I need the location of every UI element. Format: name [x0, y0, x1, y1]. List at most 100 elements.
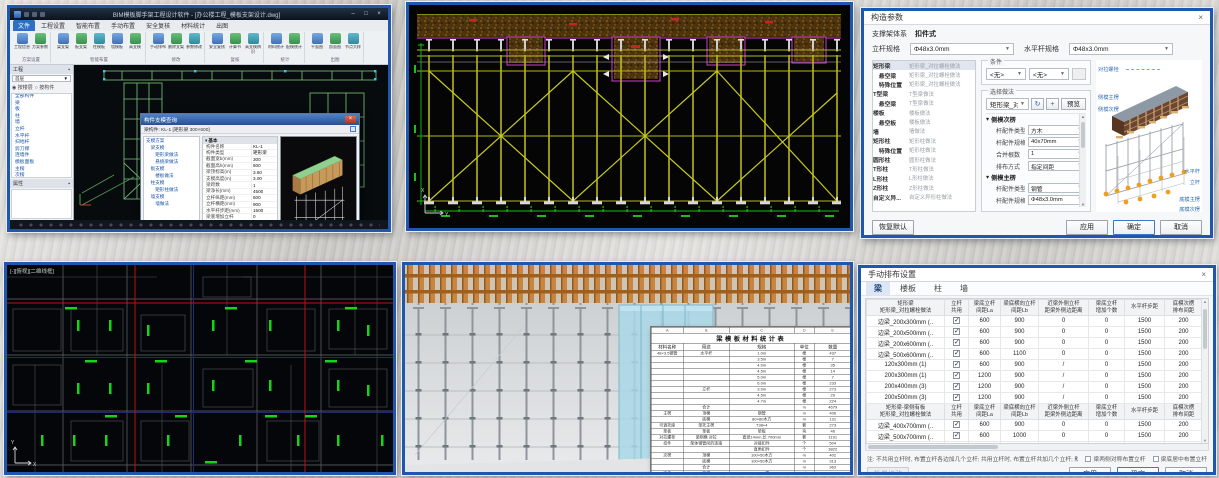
tree-item[interactable]: 全部构件 — [12, 94, 71, 101]
tree-node[interactable]: 悬挑梁做法 — [144, 158, 199, 165]
tree-item[interactable]: 模板面板 — [12, 160, 71, 167]
dialog-tree[interactable]: 支模方案 梁支模 矩形梁做法 悬挑梁做法 板支模 楼板做法 柱支模 矩形柱做法 … — [143, 136, 200, 220]
ribbon-button[interactable]: 高支模辨识 — [245, 33, 261, 54]
ribbon-tab[interactable]: 手动布置 — [106, 20, 140, 31]
option-checkbox-1[interactable]: 梁两侧对称布置立杆 — [1085, 454, 1145, 463]
list-item[interactable]: 悬空梁T型梁做法 — [873, 99, 975, 108]
share-pole-checkbox[interactable]: ✓ — [953, 421, 960, 428]
viewport-label[interactable]: [-][俯视][二维线框] — [10, 267, 54, 275]
table-row[interactable]: 边梁_500x600mm (.. ✓ 60011000015002002 — [867, 349, 1210, 360]
table-row[interactable]: 边梁_200x300mm (.. ✓ 6009000015002002 — [867, 316, 1210, 327]
table-row[interactable]: 边梁_400x700mm (.. ✓ 6009000015002002 — [867, 420, 1210, 431]
table-row[interactable]: 120x300mm (1) ✓ 600900/015002002 — [867, 360, 1210, 371]
ribbon-tab[interactable]: 智能布置 — [71, 20, 105, 31]
list-item[interactable]: 特殊位置矩形柱做法 — [873, 146, 975, 155]
tree-item[interactable]: 板 — [12, 107, 71, 114]
vertical-scrollbar[interactable]: ▲▼ — [1079, 114, 1086, 207]
ribbon-tab[interactable]: 材料统计 — [176, 20, 210, 31]
list-item[interactable]: 墙墙做法 — [873, 127, 975, 136]
ribbon-button[interactable]: 参数修改 — [186, 33, 202, 50]
restore-default-button[interactable]: 恢复默认 — [872, 220, 914, 235]
option-checkbox-2[interactable]: 梁底居中布置立杆 — [1153, 454, 1207, 463]
share-pole-checkbox[interactable]: ✓ — [953, 361, 960, 368]
ribbon-button[interactable]: 配模统计 — [286, 33, 302, 50]
drawing-canvas[interactable]: 构件支模查询 × 梁构件: KL-1 [矩形梁 300×600] 支模方案 梁支… — [74, 65, 388, 220]
undo-icon[interactable] — [32, 12, 37, 17]
tree-node[interactable]: 矩形柱做法 — [144, 186, 199, 193]
list-item[interactable]: 悬空板楼板做法 — [873, 117, 975, 126]
refresh-icon[interactable]: ↻ — [1031, 98, 1044, 110]
collapse-icon[interactable]: ▾ — [986, 116, 989, 123]
ribbon-button[interactable]: 板支架 — [73, 33, 89, 50]
tree-item[interactable]: 连墙件 — [12, 153, 71, 160]
method-select[interactable]: 矩形梁_对拉螺栓做法▼ — [986, 98, 1029, 110]
list-item[interactable]: 特殊位置矩形梁_对拉螺栓做法 — [873, 80, 975, 89]
pole-spec-select[interactable]: Φ48x3.0mm▼ — [910, 43, 1014, 55]
floor-select[interactable]: 首层▼ — [12, 75, 71, 82]
maximize-button[interactable]: □ — [361, 11, 371, 17]
dialog-close-button[interactable]: × — [345, 116, 356, 124]
share-pole-checkbox[interactable]: ✓ — [953, 383, 960, 390]
ribbon-tab[interactable]: 安全复核 — [141, 20, 175, 31]
ribbon-button[interactable]: 删除支架 — [168, 33, 184, 50]
tree-item[interactable]: 次楞 — [12, 173, 71, 178]
share-pole-checkbox[interactable]: ✓ — [953, 372, 960, 379]
category-tab[interactable]: 梁 — [866, 282, 890, 295]
condition-select-1[interactable]: <无>▼ — [986, 68, 1026, 80]
collapse-icon[interactable]: ▾ — [205, 138, 207, 144]
tree-node[interactable]: 墙做法 — [144, 200, 199, 207]
ribbon-button[interactable]: 墙模板 — [109, 33, 125, 50]
category-tab[interactable]: 柱 — [926, 282, 950, 295]
ribbon-button[interactable]: 材料统计 — [268, 33, 284, 50]
hbar-spec-select[interactable]: Φ48x3.0mm▼ — [1069, 43, 1173, 55]
tree-node[interactable]: 矩形梁做法 — [144, 151, 199, 158]
add-method-icon[interactable]: + — [1046, 98, 1059, 110]
tree-node[interactable]: 支模方案 — [144, 137, 199, 144]
share-pole-checkbox[interactable]: ✓ — [953, 317, 960, 324]
tree-node[interactable]: 柱支模 — [144, 179, 199, 186]
ribbon-button[interactable]: 工程信息 — [14, 33, 30, 50]
beam-formwork-preview[interactable] — [280, 136, 357, 220]
pin-icon[interactable]: ▪ — [68, 181, 70, 187]
ribbon-button[interactable]: 平面图 — [309, 33, 325, 50]
ribbon-button[interactable]: 手动排布 — [150, 33, 166, 50]
tree-item[interactable]: 柱 — [12, 114, 71, 121]
component-method-list[interactable]: 矩形梁矩形梁_对拉螺栓做法 悬空梁矩形梁_对拉螺栓做法 特殊位置矩形梁_对拉螺栓… — [872, 60, 976, 212]
close-icon[interactable]: × — [1201, 270, 1206, 279]
cancel-button[interactable]: 取消 — [1160, 220, 1202, 235]
list-item[interactable]: T型梁T型梁做法 — [873, 89, 975, 98]
pin-icon[interactable]: ▪ — [68, 67, 70, 73]
ribbon-tab[interactable]: 工程设置 — [36, 20, 70, 31]
batch-edit-button[interactable]: 批量修改 — [867, 467, 909, 475]
condition-select-2[interactable]: <无>▼ — [1029, 68, 1069, 80]
save-icon[interactable] — [24, 12, 29, 17]
condition-value-input[interactable] — [1072, 68, 1086, 80]
ribbon-button[interactable]: 柱模板 — [91, 33, 107, 50]
value-select[interactable]: 1▼ — [1028, 149, 1086, 159]
apply-button[interactable]: 应用 — [1066, 220, 1108, 235]
apply-button[interactable]: 应用 — [1069, 467, 1111, 475]
minimize-button[interactable]: – — [348, 11, 358, 17]
help-icon[interactable] — [350, 126, 356, 132]
ribbon-tab[interactable]: 出图 — [211, 20, 233, 31]
tree-item[interactable]: 墙 — [12, 120, 71, 127]
tree-node[interactable]: 墙支模 — [144, 193, 199, 200]
value-select[interactable]: 指定间距▼ — [1028, 161, 1086, 171]
component-tree[interactable]: 全部构件梁板柱墙立杆水平杆扫地杆剪刀撑连墙件模板面板主楞次楞对拉螺栓扣件可调底座… — [11, 93, 72, 178]
cad-elevation-view[interactable]: Y X — [406, 2, 853, 231]
tree-node[interactable]: 梁支模 — [144, 144, 199, 151]
ribbon-button[interactable]: 高支模 — [127, 33, 143, 50]
preview-button[interactable]: 预览 — [1061, 98, 1086, 110]
list-item[interactable]: 悬空梁矩形梁_对拉螺栓做法 — [873, 70, 975, 79]
redo-icon[interactable] — [40, 12, 45, 17]
tree-item[interactable]: 梁 — [12, 101, 71, 108]
table-row[interactable]: 200x500mm (3) ✓ 1200900/015002002 — [867, 393, 1210, 404]
share-pole-checkbox[interactable]: ✓ — [953, 350, 960, 357]
list-item[interactable]: L形柱L形柱做法 — [873, 174, 975, 183]
value-select[interactable]: 方木▼ — [1028, 125, 1086, 135]
category-tab[interactable]: 楼板 — [892, 282, 924, 295]
value-select[interactable]: Φ48x3.0mm▼ — [1028, 195, 1086, 205]
category-tab[interactable]: 墙 — [952, 282, 976, 295]
share-pole-checkbox[interactable]: ✓ — [953, 328, 960, 335]
close-button[interactable]: × — [374, 11, 384, 17]
